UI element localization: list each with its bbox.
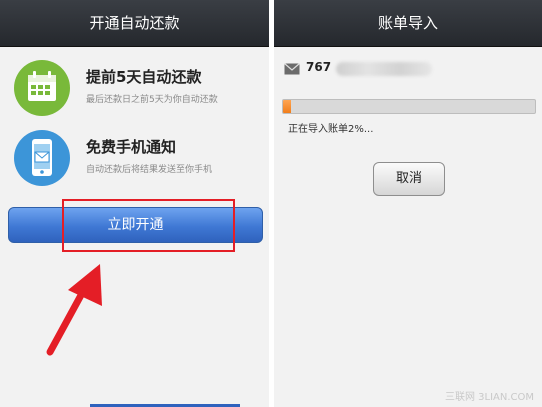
- phone-mail-icon: [14, 130, 70, 186]
- progress-fill: [283, 100, 291, 113]
- feature-desc: 自动还款后将结果发送至你手机: [86, 165, 213, 175]
- mail-icon: [284, 63, 300, 75]
- feature-desc: 最后还款日之前5天为你自动还款: [86, 95, 218, 105]
- feature-auto-repay: 提前5天自动还款 最后还款日之前5天为你自动还款: [14, 60, 269, 122]
- feature-phone-notify: 免费手机通知 自动还款后将结果发送至你手机: [14, 130, 269, 192]
- right-screen: 账单导入 767 正在导入账单2%... 取消 三联网 3LIAN.COM: [274, 0, 542, 407]
- email-row: 767: [284, 60, 542, 80]
- email-redacted: [336, 62, 432, 76]
- calendar-icon: [14, 60, 70, 116]
- page-title: 开通自动还款: [0, 0, 269, 47]
- watermark: 三联网 3LIAN.COM: [444, 392, 534, 403]
- highlight-box: [62, 199, 235, 252]
- red-arrow-icon: [46, 264, 102, 356]
- left-screen: 开通自动还款 提前5天自动还款 最后还款日之前5天为你自动还款 免费手机通知 自…: [0, 0, 269, 407]
- import-progress-bar: [282, 99, 536, 114]
- page-title: 账单导入: [274, 0, 542, 47]
- import-status: 正在导入账单2%...: [288, 124, 374, 135]
- cancel-button[interactable]: 取消: [373, 162, 445, 196]
- feature-title: 免费手机通知: [86, 138, 177, 156]
- feature-title: 提前5天自动还款: [86, 68, 202, 86]
- email-address: 767: [306, 60, 332, 74]
